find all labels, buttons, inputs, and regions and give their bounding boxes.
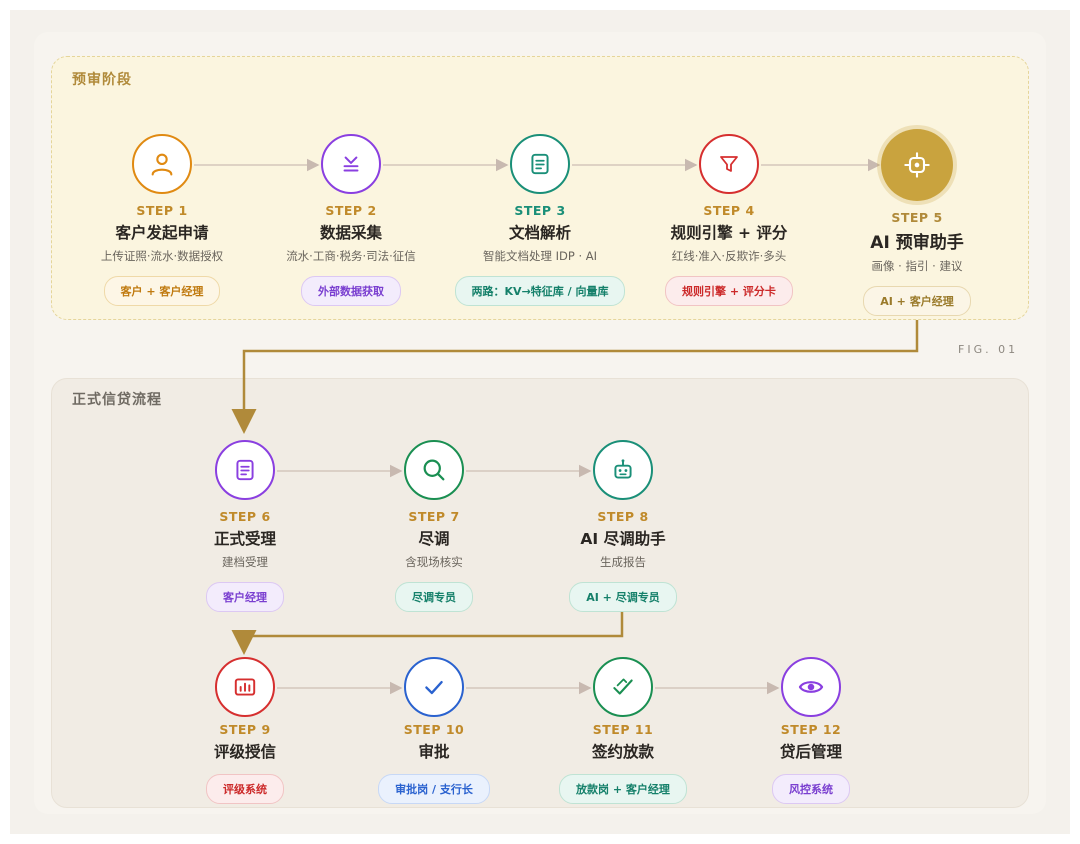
step-desc: 红线·准入·反欺诈·多头	[671, 249, 787, 263]
role-tag: AI + 尽调专员	[569, 582, 677, 612]
funnel-icon	[720, 156, 738, 172]
step-title: 数据采集	[319, 224, 382, 242]
step-10-circle	[404, 657, 464, 717]
step-desc: 上传证照·流水·数据授权	[100, 249, 224, 263]
step-8-circle	[593, 440, 653, 500]
role-tag: 外部数据获取	[301, 276, 401, 306]
step-number: STEP 4	[703, 203, 755, 218]
role-tag: 评级系统	[206, 774, 284, 804]
step-2-circle	[321, 134, 381, 194]
user-icon	[151, 153, 173, 176]
step-number: STEP 7	[408, 509, 460, 524]
step-desc: 生成报告	[600, 555, 646, 569]
step-11: STEP 11 签约放款 放款岗 + 客户经理	[533, 657, 713, 804]
step-number: STEP 3	[514, 203, 566, 218]
role-tag: AI + 客户经理	[863, 286, 971, 316]
step-10: STEP 10 审批 审批岗 / 支行长	[344, 657, 524, 804]
step-title: 评级授信	[213, 743, 276, 761]
step-4-circle	[699, 134, 759, 194]
role-tag: 审批岗 / 支行长	[378, 774, 490, 804]
step-number: STEP 5	[891, 210, 943, 225]
role-tag: 尽调专员	[395, 582, 473, 612]
role-tag: 客户经理	[206, 582, 284, 612]
step-3-circle	[510, 134, 570, 194]
step-desc: 流水·工商·税务·司法·征信	[286, 249, 416, 263]
step-desc: 画像 · 指引 · 建议	[871, 259, 963, 273]
step-number: STEP 1	[136, 203, 188, 218]
step-12-circle	[781, 657, 841, 717]
step-5-circle	[881, 129, 953, 201]
step-6: STEP 6 正式受理 建档受理 客户经理	[155, 440, 335, 612]
step-desc: 含现场核实	[405, 555, 463, 569]
step-9-circle	[215, 657, 275, 717]
step-number: STEP 10	[403, 722, 465, 737]
step-title: 贷后管理	[779, 743, 842, 761]
step-number: STEP 12	[780, 722, 842, 737]
role-tag: 规则引擎 + 评分卡	[665, 276, 793, 306]
step-number: STEP 6	[219, 509, 271, 524]
step-number: STEP 8	[597, 509, 649, 524]
target-icon	[904, 152, 930, 178]
download-icon	[343, 156, 359, 172]
document-icon	[236, 459, 254, 481]
step-number: STEP 9	[219, 722, 271, 737]
document-icon	[531, 153, 549, 175]
step-5: STEP 5 AI 预审助手 画像 · 指引 · 建议 AI + 客户经理	[827, 129, 1007, 316]
step-title: 客户发起申请	[115, 224, 209, 242]
role-tag: 两路：KV→特征库 / 向量库	[454, 276, 626, 306]
step-2: STEP 2 数据采集 流水·工商·税务·司法·征信 外部数据获取	[261, 134, 441, 306]
step-number: STEP 11	[592, 722, 654, 737]
step-title: 尽调	[418, 530, 450, 548]
arrow-5-6	[231, 320, 919, 434]
step-number: STEP 2	[325, 203, 377, 218]
search-icon	[423, 459, 445, 481]
step-7: STEP 7 尽调 含现场核实 尽调专员	[344, 440, 524, 612]
role-tag: 放款岗 + 客户经理	[559, 774, 687, 804]
step-4: STEP 4 规则引擎 + 评分 红线·准入·反欺诈·多头 规则引擎 + 评分卡	[639, 134, 819, 306]
sign-icon	[613, 678, 633, 695]
step-title: 文档解析	[508, 224, 571, 242]
arrow-8-9	[231, 610, 624, 655]
step-3: STEP 3 文档解析 智能文档处理 IDP · AI 两路：KV→特征库 / …	[450, 134, 630, 306]
bar-chart-icon	[234, 678, 256, 696]
step-title: 正式受理	[213, 530, 276, 548]
step-title: 审批	[418, 743, 450, 761]
step-8: STEP 8 AI 尽调助手 生成报告 AI + 尽调专员	[533, 440, 713, 612]
step-title: 签约放款	[591, 743, 654, 761]
step-title: AI 尽调助手	[580, 530, 666, 548]
step-12: STEP 12 贷后管理 风控系统	[721, 657, 901, 804]
step-1-circle	[132, 134, 192, 194]
step-1: STEP 1 客户发起申请 上传证照·流水·数据授权 客户 + 客户经理	[72, 134, 252, 306]
check-icon	[425, 680, 443, 695]
role-tag: 风控系统	[772, 774, 850, 804]
robot-icon	[614, 459, 632, 479]
step-6-circle	[215, 440, 275, 500]
step-desc: 建档受理	[222, 555, 268, 569]
step-7-circle	[404, 440, 464, 500]
role-tag: 客户 + 客户经理	[103, 276, 221, 306]
step-desc: 智能文档处理 IDP · AI	[482, 249, 598, 263]
eye-icon	[798, 681, 824, 693]
step-title: 规则引擎 + 评分	[670, 224, 788, 242]
step-9: STEP 9 评级授信 评级系统	[155, 657, 335, 804]
step-title: AI 预审助手	[870, 233, 964, 253]
step-11-circle	[593, 657, 653, 717]
